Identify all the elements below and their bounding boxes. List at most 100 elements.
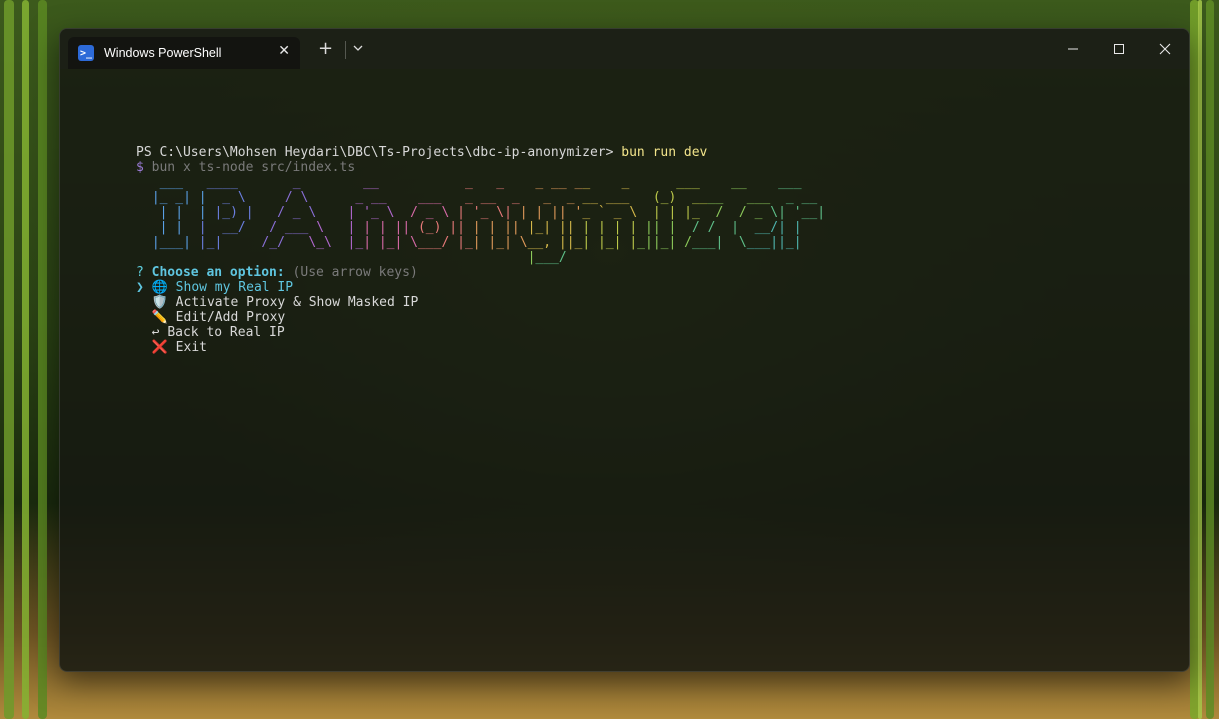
subcommand-text: bun x ts-node src/index.ts xyxy=(151,160,356,175)
tab-title: Windows PowerShell xyxy=(104,46,222,60)
minimize-button[interactable] xyxy=(1053,37,1093,61)
banner-segment: | | |_ xyxy=(645,205,708,220)
banner-segment: | __/ xyxy=(198,220,254,235)
banner-segment xyxy=(395,175,458,190)
banner-segment: || | xyxy=(637,220,692,235)
banner-segment: _ __ xyxy=(331,190,395,205)
banner-segment: | | || ' xyxy=(519,205,583,220)
banner-line: |___/ xyxy=(144,250,1169,265)
banner-segment: / ___ xyxy=(253,220,309,235)
menu-option-back-to-real-ip[interactable]: ↩ Back to Real IP xyxy=(136,325,1169,340)
command-text: bun run dev xyxy=(621,145,708,160)
banner-segment: _ _ xyxy=(457,175,520,190)
banner-segment xyxy=(457,250,496,265)
maximize-button[interactable] xyxy=(1099,37,1139,61)
banner-segment xyxy=(222,250,261,265)
banner-segment: ___ xyxy=(645,175,708,190)
banner-segment: | | || xyxy=(472,220,528,235)
selection-pointer-icon: ❯ xyxy=(136,280,144,295)
title-bar: >_ Windows PowerShell ✕ + xyxy=(60,29,1189,69)
banner-segment: _ _ xyxy=(582,175,645,190)
banner-segment: |_) | xyxy=(206,205,270,220)
banner-segment: | xyxy=(496,250,536,265)
option-label: Show my Real IP xyxy=(175,280,294,295)
banner-segment: |_| || xyxy=(527,220,583,235)
banner-segment: \| '__| xyxy=(770,205,826,220)
banner-segment: ___ xyxy=(144,175,207,190)
banner-segment: ___||_| xyxy=(746,235,802,250)
question-line: ? Choose an option: (Use arrow keys) xyxy=(136,265,1169,280)
banner-segment: __, ||_ xyxy=(527,235,583,250)
banner-segment: __ ___ xyxy=(582,190,645,205)
banner-segment: ___ xyxy=(394,190,458,205)
banner-segment: ____ xyxy=(206,175,270,190)
close-tab-icon[interactable]: ✕ xyxy=(278,43,290,59)
option-label: Edit/Add Proxy xyxy=(175,310,286,325)
banner-line: | | | |_) | / _ \ | '_ \ / _ \ | '_ \| |… xyxy=(144,205,1169,220)
banner-segment: _ _ xyxy=(519,190,583,205)
banner-segment: _ \ xyxy=(206,190,270,205)
banner-segment xyxy=(379,250,418,265)
prompt-line: PS C:\Users\Mohsen Heydari\DBC\Ts-Projec… xyxy=(136,145,1169,160)
banner-segment: ___| \ xyxy=(691,235,747,250)
new-tab-button[interactable]: + xyxy=(318,38,333,59)
globe-icon: 🌐 xyxy=(151,280,168,295)
tab-divider xyxy=(345,41,346,59)
banner-line: |_ _| | _ \ / \ _ __ ___ _ __ _ _ _ __ _… xyxy=(144,190,1169,205)
tab-windows-powershell[interactable]: >_ Windows PowerShell ✕ xyxy=(68,37,300,69)
banner-segment: \ | xyxy=(308,220,364,235)
option-label: Activate Proxy & Show Masked IP xyxy=(175,295,419,310)
banner-segment: / _ \ xyxy=(269,205,332,220)
banner-segment: _ __ _ xyxy=(519,175,583,190)
cross-mark-icon: ❌ xyxy=(151,340,168,355)
banner-segment: |_| xyxy=(198,235,254,250)
banner-segment xyxy=(261,250,300,265)
banner-segment: | | | | xyxy=(582,220,638,235)
banner-segment: ___ xyxy=(770,175,810,190)
shell-symbol: $ xyxy=(136,160,144,175)
subcommand-line: $ bun x ts-node src/index.ts xyxy=(136,160,1169,175)
banner-segment: _||_| / xyxy=(637,235,692,250)
banner-segment: _ __ xyxy=(770,190,818,205)
banner-segment: | |_| \ xyxy=(363,235,418,250)
close-window-button[interactable] xyxy=(1145,37,1185,61)
menu-option-show-real-ip[interactable]: ❯ 🌐 Show my Real IP xyxy=(136,280,1169,295)
banner-segment: / / | xyxy=(691,220,747,235)
banner-segment xyxy=(418,250,457,265)
option-label: Exit xyxy=(175,340,207,355)
menu-option-edit-proxy[interactable]: ✏️ Edit/Add Proxy xyxy=(136,310,1169,325)
banner-segment: (_) || xyxy=(417,220,473,235)
chevron-down-icon[interactable] xyxy=(353,42,363,56)
banner-segment: / \ xyxy=(269,190,332,205)
banner-segment: / _ \ xyxy=(394,205,458,220)
banner-segment: \_\ |_ xyxy=(308,235,364,250)
banner-line: ___ ____ _ __ _ _ _ __ __ _ ___ __ ___ xyxy=(144,175,1169,190)
menu-option-exit[interactable]: ❌ Exit xyxy=(136,340,1169,355)
question-mark: ? xyxy=(136,265,144,280)
menu-option-activate-proxy[interactable]: 🛡️ Activate Proxy & Show Masked IP xyxy=(136,295,1169,310)
banner-segment xyxy=(183,250,222,265)
banner-segment: | | | xyxy=(144,205,207,220)
return-arrow-icon: ↩ xyxy=(151,325,160,340)
question-text: Choose an option: xyxy=(151,265,285,280)
banner-segment: __ xyxy=(331,175,395,190)
option-label: Back to Real IP xyxy=(167,325,285,340)
pencil-icon: ✏️ xyxy=(151,310,168,325)
banner-segment: (_) __ xyxy=(645,190,708,205)
banner-segment: ___/ |_ xyxy=(417,235,473,250)
banner-segment: | | xyxy=(144,220,199,235)
banner-line: | | | __/ / ___ \ | | | || (_) || | | ||… xyxy=(144,220,1169,235)
terminal-output[interactable]: PS C:\Users\Mohsen Heydari\DBC\Ts-Projec… xyxy=(136,145,1169,355)
banner-segment xyxy=(340,250,379,265)
shield-icon: 🛡️ xyxy=(151,295,168,310)
banner-segment: __ xyxy=(707,175,771,190)
banner-line: |___| |_| /_/ \_\ |_| |_| \___/ |_| |_| … xyxy=(144,235,1169,250)
banner-segment: |_ _| | xyxy=(144,190,207,205)
question-hint: (Use arrow keys) xyxy=(292,265,418,280)
powershell-icon: >_ xyxy=(78,45,94,61)
banner-segment: | '_ \ xyxy=(331,205,395,220)
prompt-path: PS C:\Users\Mohsen Heydari\DBC\Ts-Projec… xyxy=(136,145,614,160)
banner-segment: | |_| | xyxy=(582,235,638,250)
terminal-window: >_ Windows PowerShell ✕ + PS C:\Users\Mo… xyxy=(59,28,1190,672)
banner-segment: __/| | xyxy=(746,220,802,235)
